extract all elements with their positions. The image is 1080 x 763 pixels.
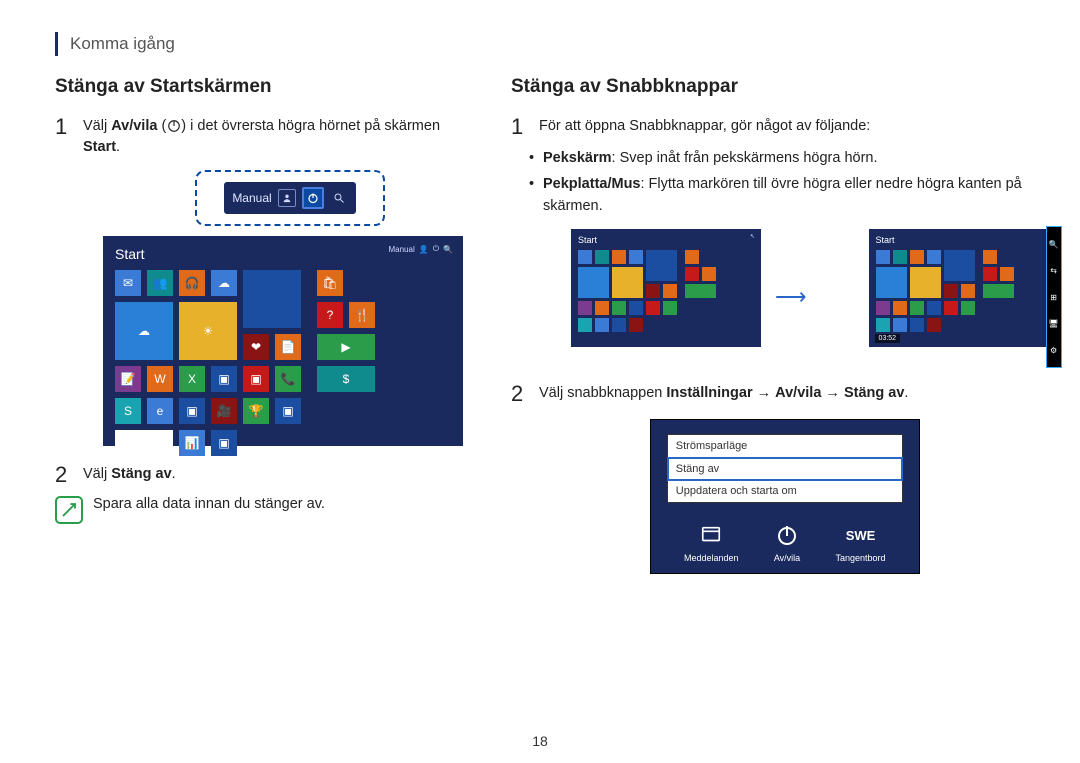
user-icon: 👤	[419, 245, 429, 254]
tile[interactable]: ▣	[243, 366, 269, 392]
bullet-item: Pekplatta/Mus: Flytta markören till övre…	[529, 174, 1059, 218]
menu-item-sleep[interactable]: Strömsparläge	[668, 435, 902, 458]
notifications-button[interactable]: Meddelanden	[684, 521, 739, 563]
tile[interactable]: ▣	[211, 366, 237, 392]
left-heading: Stänga av Startskärmen	[55, 76, 463, 98]
step-number: 1	[55, 116, 73, 138]
callout-inner: Manual	[224, 182, 355, 214]
mail-tile[interactable]: ✉	[115, 270, 141, 296]
desktop-tile[interactable]	[243, 270, 301, 328]
word-tile[interactable]: W	[147, 366, 173, 392]
start-screen-after: Start	[869, 229, 1059, 347]
step-number: 2	[511, 383, 529, 405]
note-icon	[55, 496, 83, 524]
photo-tile[interactable]	[115, 430, 173, 456]
clock-overlay: 03:52	[875, 334, 901, 343]
settings-popup-illustration: Strömsparläge Stäng av Uppdatera och sta…	[650, 419, 920, 574]
bullet-item: Pekskärm: Svep inåt från pekskärmens hög…	[529, 148, 1059, 170]
devices-charm-icon[interactable]: 🖥	[1049, 319, 1059, 329]
search-icon[interactable]	[330, 189, 348, 207]
right-column: Stänga av Snabbknappar 1 För att öppna S…	[511, 76, 1059, 574]
right-step-2: 2 Välj snabbknappen Inställningar → Av/v…	[511, 383, 1059, 405]
step-number: 1	[511, 116, 529, 138]
tile[interactable]: $	[317, 366, 375, 392]
notifications-icon	[697, 521, 725, 549]
charms-bar[interactable]: 🔍 ⇆ ⊞ 🖥 ⚙	[1046, 226, 1062, 368]
people-tile[interactable]: 👥	[147, 270, 173, 296]
tile[interactable]: 📄	[275, 334, 301, 360]
left-step-2: 2 Välj Stäng av.	[55, 464, 463, 486]
power-button-highlight[interactable]	[302, 187, 324, 209]
tile[interactable]: 🏆	[243, 398, 269, 424]
tile[interactable]: ▣	[275, 398, 301, 424]
health-tile[interactable]: ❤	[243, 334, 269, 360]
xbox-tile[interactable]: ▶	[317, 334, 375, 360]
power-button[interactable]: Av/vila	[773, 521, 801, 563]
keyboard-lang: SWE	[847, 521, 875, 549]
menu-item-shutdown[interactable]: Stäng av	[667, 457, 903, 481]
start-screen-illustration: Start Manual 👤 ⏻ 🔍 ✉👥 ☁ 📝W Se 🎧☁ ☀	[103, 236, 463, 446]
search-icon: 🔍	[443, 245, 453, 254]
settings-bottom-row: Meddelanden Av/vila SWE Tangentbord	[667, 521, 903, 563]
cursor-icon: ↖	[750, 233, 755, 240]
bullet-list: Pekskärm: Svep inåt från pekskärmens hög…	[529, 148, 1059, 217]
power-menu: Strömsparläge Stäng av Uppdatera och sta…	[667, 434, 903, 503]
store-tile[interactable]: 🛍	[317, 270, 343, 296]
weather-tile[interactable]: ☀	[179, 302, 237, 360]
right-heading: Stänga av Snabbknappar	[511, 76, 1059, 98]
start-top-right: Manual 👤 ⏻ 🔍	[388, 244, 453, 254]
menu-item-restart[interactable]: Uppdatera och starta om	[668, 480, 902, 502]
arrow-right-icon: ⟶	[775, 284, 807, 310]
note-text: Spara alla data innan du stänger av.	[93, 496, 325, 512]
user-icon	[278, 189, 296, 207]
tile[interactable]: 📊	[179, 430, 205, 456]
tile[interactable]: 🍴	[349, 302, 375, 328]
skype-tile[interactable]: S	[115, 398, 141, 424]
two-screens-row: Start ↖	[523, 229, 1059, 365]
cloud-tile[interactable]: ☁	[115, 302, 173, 360]
page-number: 18	[0, 733, 1080, 749]
note-tile[interactable]: 📝	[115, 366, 141, 392]
step-text: Välj Stäng av.	[83, 464, 176, 485]
search-charm-icon[interactable]: 🔍	[1049, 239, 1059, 249]
tile[interactable]: ▣	[179, 398, 205, 424]
excel-tile[interactable]: X	[179, 366, 205, 392]
start-screen-before: Start ↖	[571, 229, 761, 347]
tile[interactable]: 🎥	[211, 398, 237, 424]
step-number: 2	[55, 464, 73, 486]
step-text: För att öppna Snabbknappar, gör något av…	[539, 116, 870, 137]
share-charm-icon[interactable]: ⇆	[1049, 266, 1059, 276]
step-text: Välj Av/vila () i det övrersta högra hör…	[83, 116, 463, 158]
right-step-1: 1 För att öppna Snabbknappar, gör något …	[511, 116, 1059, 138]
step-text: Välj snabbknappen Inställningar → Av/vil…	[539, 383, 908, 404]
tile[interactable]: 📞	[275, 366, 301, 392]
settings-charm-icon[interactable]: ⚙	[1049, 345, 1059, 355]
left-step-1: 1 Välj Av/vila () i det övrersta högra h…	[55, 116, 463, 158]
callout-label: Manual	[232, 191, 271, 205]
start-screen-after-wrapper: Start	[821, 229, 1059, 365]
onedrive-tile[interactable]: ☁	[211, 270, 237, 296]
keyboard-button[interactable]: SWE Tangentbord	[835, 521, 885, 563]
tile[interactable]: 🎧	[179, 270, 205, 296]
tile[interactable]: ▣	[211, 430, 237, 456]
power-icon	[166, 119, 181, 134]
tile-grid: ✉👥 ☁ 📝W Se 🎧☁ ☀ X▣ ▣🎥 📊▣ ❤📄 ▣📞	[115, 270, 451, 456]
ie-tile[interactable]: e	[147, 398, 173, 424]
start-charm-icon[interactable]: ⊞	[1049, 292, 1059, 302]
callout-box: Manual	[195, 170, 385, 226]
help-tile[interactable]: ?	[317, 302, 343, 328]
power-icon	[773, 521, 801, 549]
content-columns: Stänga av Startskärmen 1 Välj Av/vila ()…	[55, 76, 1025, 574]
chapter-header: Komma igång	[55, 32, 1025, 56]
left-column: Stänga av Startskärmen 1 Välj Av/vila ()…	[55, 76, 463, 574]
note-row: Spara alla data innan du stänger av.	[55, 496, 463, 524]
power-icon: ⏻	[433, 244, 439, 254]
chapter-title: Komma igång	[70, 34, 175, 54]
